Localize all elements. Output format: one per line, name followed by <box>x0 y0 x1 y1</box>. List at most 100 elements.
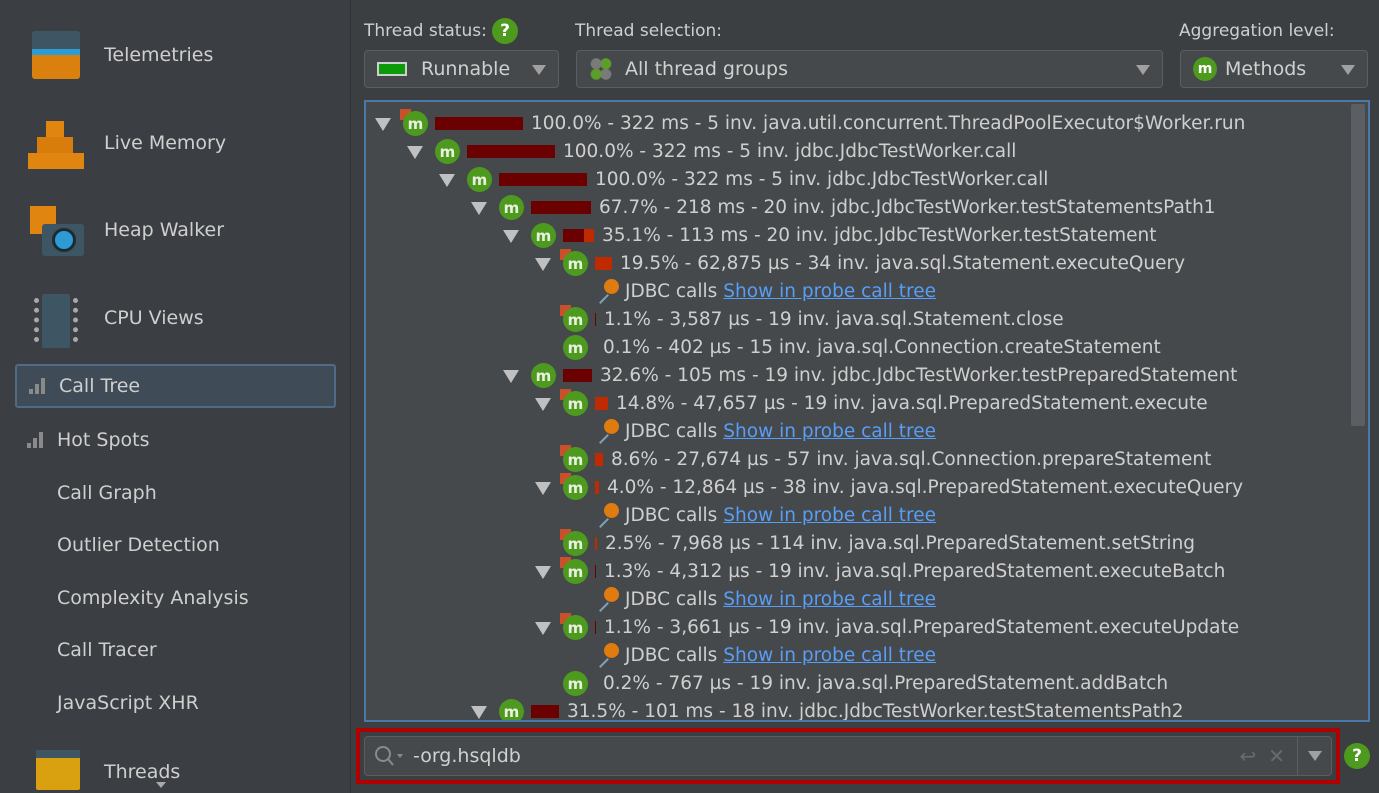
chevron-down-icon <box>1307 751 1322 761</box>
percentage-bar <box>435 116 523 130</box>
nav-label: Threads <box>104 761 181 783</box>
thread-status-label: Thread status: <box>364 21 487 41</box>
thread-selection-value: All thread groups <box>625 58 788 80</box>
percentage-bar <box>531 200 591 214</box>
method-icon: m <box>499 699 524 720</box>
method-icon: m <box>563 671 588 696</box>
nav-threads[interactable]: Threads <box>28 742 338 793</box>
probe-label: JDBC calls <box>625 280 718 302</box>
percentage-bar <box>595 536 597 550</box>
percentage-bar <box>595 312 596 326</box>
expand-toggle-icon[interactable] <box>407 146 423 159</box>
row-text: 67.7% - 218 ms - 20 inv. jdbc.JdbcTestWo… <box>599 196 1216 218</box>
threads-icon <box>28 746 84 793</box>
probe-icon <box>597 643 619 668</box>
live-memory-icon <box>28 117 84 169</box>
expand-toggle-icon[interactable] <box>471 706 487 719</box>
nav-label: Telemetries <box>104 44 214 66</box>
nav-label: Call Tracer <box>57 639 157 661</box>
nav-label: Call Graph <box>57 482 157 504</box>
method-icon: m <box>403 111 428 136</box>
thread-status-select[interactable]: Runnable <box>364 50 559 88</box>
filter-input[interactable] <box>413 745 1240 767</box>
nav-javascript-xhr[interactable]: JavaScript XHR <box>15 681 336 725</box>
expand-toggle-icon[interactable] <box>535 622 551 635</box>
nav-call-graph[interactable]: Call Graph <box>15 471 336 515</box>
percentage-bar <box>595 256 612 270</box>
percentage-bar <box>563 228 594 242</box>
nav-complexity-analysis[interactable]: Complexity Analysis <box>15 576 336 620</box>
row-text: 100.0% - 322 ms - 5 inv. jdbc.JdbcTestWo… <box>595 168 1049 190</box>
cpu-views-icon <box>28 292 84 348</box>
percentage-bar <box>467 144 555 158</box>
method-icon: m <box>499 195 524 220</box>
nav-call-tree[interactable]: Call Tree <box>15 364 336 408</box>
nav-call-tracer[interactable]: Call Tracer <box>15 628 336 672</box>
row-text: 4.0% - 12,864 µs - 38 inv. java.sql.Prep… <box>607 476 1244 498</box>
expand-toggle-icon[interactable] <box>503 230 519 243</box>
row-text: 8.6% - 27,674 µs - 57 inv. java.sql.Conn… <box>611 448 1212 470</box>
nav-hot-spots[interactable]: Hot Spots <box>15 418 336 462</box>
expand-toggle-icon[interactable] <box>535 482 551 495</box>
show-in-probe-link[interactable]: Show in probe call tree <box>723 589 936 610</box>
nav-label: Call Tree <box>59 375 141 397</box>
call-tree[interactable]: m 100.0% - 322 ms - 5 inv. java.util.conc… <box>364 100 1370 722</box>
row-text: 0.1% - 402 µs - 15 inv. java.sql.Connect… <box>603 336 1161 358</box>
filter-field[interactable]: ↩ ✕ <box>364 736 1332 776</box>
row-text: 1.3% - 4,312 µs - 19 inv. java.sql.Prepa… <box>604 560 1226 582</box>
row-text: 100.0% - 322 ms - 5 inv. jdbc.JdbcTestWo… <box>563 140 1017 162</box>
method-icon: m <box>435 139 460 164</box>
thread-selection-select[interactable]: All thread groups <box>576 50 1163 88</box>
runnable-state-icon <box>377 62 407 76</box>
nav-label: Live Memory <box>104 132 227 154</box>
show-in-probe-link[interactable]: Show in probe call tree <box>723 421 936 442</box>
nav-outlier-detection[interactable]: Outlier Detection <box>15 523 336 567</box>
aggregation-label: Aggregation level: <box>1179 21 1335 41</box>
clear-icon[interactable]: ✕ <box>1268 744 1285 768</box>
probe-icon <box>597 419 619 444</box>
expand-toggle-icon[interactable] <box>439 174 455 187</box>
filter-help-icon[interactable]: ? <box>1344 743 1370 769</box>
nav-live-memory[interactable]: Live Memory <box>28 113 338 173</box>
nav-label: Outlier Detection <box>57 534 220 556</box>
scroll-down-icon[interactable] <box>156 782 166 788</box>
show-in-probe-link[interactable]: Show in probe call tree <box>723 281 936 302</box>
expand-toggle-icon[interactable] <box>503 370 519 383</box>
call-tree-view: Thread status: ? Runnable Thread selecti… <box>352 0 1379 793</box>
enter-icon[interactable]: ↩ <box>1239 744 1256 768</box>
method-icon: m <box>467 167 492 192</box>
show-in-probe-link[interactable]: Show in probe call tree <box>723 645 936 666</box>
search-icon <box>375 746 403 766</box>
filter-options-button[interactable] <box>1297 737 1331 775</box>
percentage-bar <box>595 452 603 466</box>
probe-icon <box>597 587 619 612</box>
percentage-bar <box>595 396 608 410</box>
nav-label: Hot Spots <box>57 429 150 451</box>
row-text: 19.5% - 62,875 µs - 34 inv. java.sql.Sta… <box>620 252 1186 274</box>
row-text: 35.1% - 113 ms - 20 inv. jdbc.JdbcTestWo… <box>602 224 1157 246</box>
probe-icon <box>597 503 619 528</box>
percentage-bar <box>499 172 587 186</box>
expand-toggle-icon[interactable] <box>471 202 487 215</box>
nav-heap-walker[interactable]: Heap Walker <box>28 200 338 260</box>
nav-telemetries[interactable]: Telemetries <box>28 25 338 85</box>
help-icon[interactable]: ? <box>492 18 518 44</box>
expand-toggle-icon[interactable] <box>535 398 551 411</box>
show-in-probe-link[interactable]: Show in probe call tree <box>723 505 936 526</box>
nav-label: CPU Views <box>104 307 204 329</box>
method-icon: m <box>563 559 588 584</box>
view-icon <box>29 378 47 394</box>
aggregation-select[interactable]: m Methods <box>1180 50 1368 88</box>
row-text: 0.2% - 767 µs - 19 inv. java.sql.Prepare… <box>603 672 1169 694</box>
percentage-bar <box>595 480 599 494</box>
method-icon: m <box>563 475 588 500</box>
expand-toggle-icon[interactable] <box>535 566 551 579</box>
expand-toggle-icon[interactable] <box>375 118 391 131</box>
expand-toggle-icon[interactable] <box>535 258 551 271</box>
method-icon: m <box>563 335 588 360</box>
probe-label: JDBC calls <box>625 504 718 526</box>
method-icon: m <box>563 251 588 276</box>
scrollbar-thumb[interactable] <box>1351 104 1365 426</box>
nav-cpu-views[interactable]: CPU Views <box>28 288 338 348</box>
vertical-scrollbar[interactable] <box>1349 104 1366 720</box>
